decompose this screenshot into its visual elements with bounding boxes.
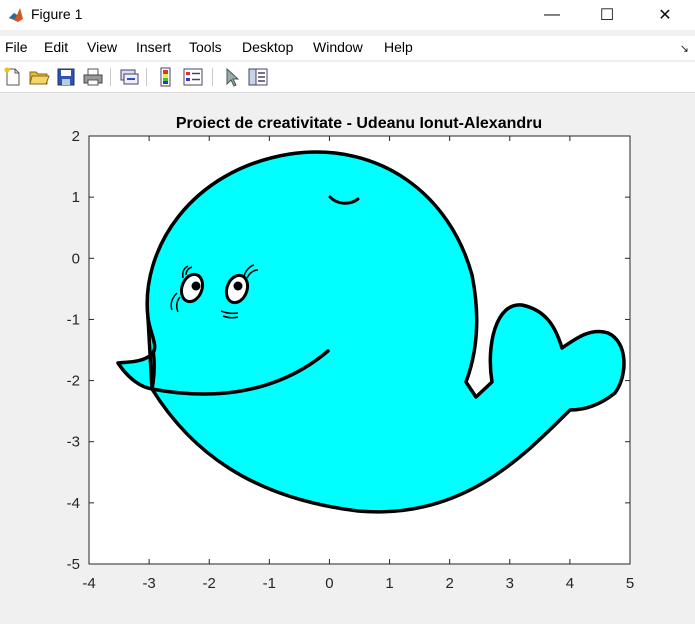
y-tick-label: -1 xyxy=(67,311,80,328)
minimize-button[interactable]: — xyxy=(529,0,575,30)
menu-insert[interactable]: Insert xyxy=(136,39,171,55)
menu-edit[interactable]: Edit xyxy=(44,39,68,55)
toolbar-separator xyxy=(212,68,213,86)
close-button[interactable]: ✕ xyxy=(642,0,688,30)
matlab-logo-icon xyxy=(7,6,25,24)
axes-title: Proiect de creativitate - Udeanu Ionut-A… xyxy=(176,115,542,132)
insert-colorbar-icon[interactable] xyxy=(155,66,177,88)
window-title: Figure 1 xyxy=(31,6,83,22)
menu-tools[interactable]: Tools xyxy=(189,39,222,55)
open-file-icon[interactable] xyxy=(28,66,50,88)
y-tick-label: 2 xyxy=(72,128,80,145)
toolbar-separator xyxy=(110,68,111,86)
menu-file[interactable]: File xyxy=(5,39,28,55)
save-icon[interactable] xyxy=(55,66,77,88)
y-tick-label: 0 xyxy=(72,250,80,267)
title-bar: Figure 1 — ☐ ✕ xyxy=(0,0,695,30)
x-tick-label: -2 xyxy=(203,575,216,592)
property-inspector-icon[interactable] xyxy=(247,66,269,88)
link-plot-icon[interactable] xyxy=(118,66,140,88)
edit-plot-icon[interactable] xyxy=(221,66,243,88)
y-tick-label: -4 xyxy=(67,495,80,512)
toolbar-separator xyxy=(146,68,147,86)
figure-canvas[interactable]: Proiect de creativitate - Udeanu Ionut-A… xyxy=(0,93,695,619)
y-tick-label: 1 xyxy=(72,189,80,206)
insert-legend-icon[interactable] xyxy=(182,66,204,88)
x-tick-label: -1 xyxy=(263,575,276,592)
dock-arrow-icon[interactable]: ↘ xyxy=(680,42,689,55)
maximize-icon: ☐ xyxy=(599,7,615,24)
menu-help[interactable]: Help xyxy=(384,39,413,55)
maximize-button[interactable]: ☐ xyxy=(584,0,630,30)
right-pupil xyxy=(233,281,243,291)
x-tick-label: -3 xyxy=(142,575,155,592)
x-tick-label: -4 xyxy=(82,575,95,592)
axes-svg: Proiect de creativitate - Udeanu Ionut-A… xyxy=(67,115,635,592)
left-pupil xyxy=(191,281,201,291)
menu-bar: File Edit View Insert Tools Desktop Wind… xyxy=(0,36,695,60)
x-tick-label: 1 xyxy=(385,575,393,592)
y-tick-label: -3 xyxy=(67,434,80,451)
x-tick-label: 2 xyxy=(445,575,453,592)
x-tick-label: 3 xyxy=(506,575,514,592)
minimize-icon: — xyxy=(544,6,560,23)
new-figure-icon[interactable] xyxy=(2,66,24,88)
figure-toolbar xyxy=(0,62,695,93)
print-icon[interactable] xyxy=(82,66,104,88)
y-tick-label: -5 xyxy=(67,556,80,573)
y-tick-label: -2 xyxy=(67,373,80,390)
menu-view[interactable]: View xyxy=(87,39,117,55)
x-tick-label: 5 xyxy=(626,575,634,592)
x-tick-label: 4 xyxy=(566,575,574,592)
close-icon: ✕ xyxy=(658,7,672,24)
x-tick-label: 0 xyxy=(325,575,333,592)
menu-desktop[interactable]: Desktop xyxy=(242,39,293,55)
menu-window[interactable]: Window xyxy=(313,39,363,55)
